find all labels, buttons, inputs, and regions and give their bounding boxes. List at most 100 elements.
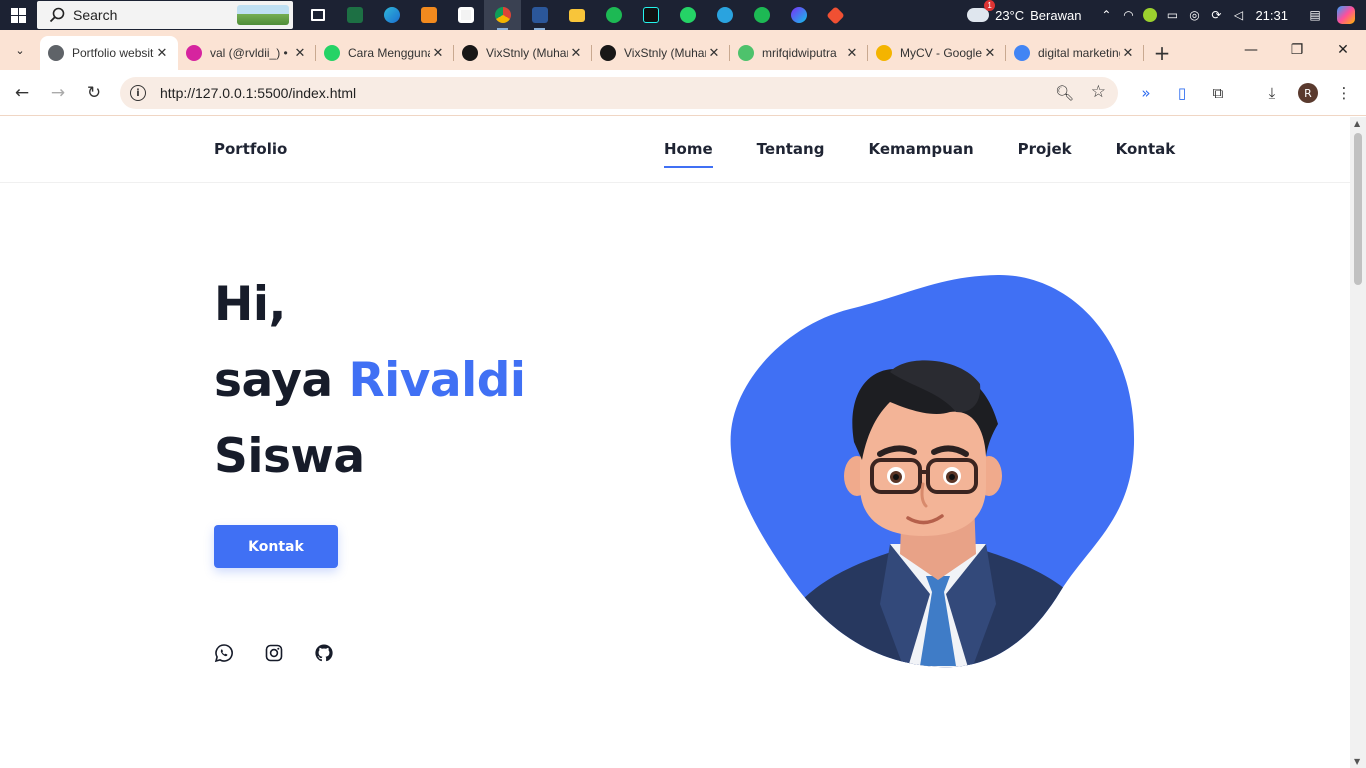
task-view-icon[interactable] xyxy=(299,0,336,30)
scrollbar-thumb[interactable] xyxy=(1354,133,1362,285)
taskbar-clock[interactable]: 21:31 xyxy=(1255,8,1288,23)
windows-logo-icon xyxy=(10,7,26,23)
nav-link-projek[interactable]: Projek xyxy=(1018,140,1072,158)
excel-icon[interactable] xyxy=(336,0,373,30)
social-links xyxy=(214,643,334,663)
browser-tab[interactable]: Portfolio website ✕ xyxy=(40,36,178,70)
page-scrollbar[interactable]: ▲ ▼ xyxy=(1350,117,1366,768)
drive-icon xyxy=(876,45,892,61)
address-bar[interactable]: i http://127.0.0.1:5500/index.html 🔍︎ ☆ xyxy=(120,77,1118,109)
reload-button[interactable]: ↻ xyxy=(76,75,112,111)
scroll-down-arrow-icon[interactable]: ▼ xyxy=(1354,757,1360,766)
instagram-icon[interactable] xyxy=(264,643,284,663)
file-explorer-icon[interactable] xyxy=(558,0,595,30)
site-brand[interactable]: Portfolio xyxy=(214,140,287,158)
download-icon[interactable]: ⤓ xyxy=(1254,77,1290,109)
extension-clipboard-icon[interactable]: ▯ xyxy=(1164,77,1200,109)
spotify-icon[interactable] xyxy=(595,0,632,30)
restore-button[interactable]: ❐ xyxy=(1274,30,1320,70)
minimize-button[interactable]: — xyxy=(1228,30,1274,70)
tab-title: digital marketing xyxy=(1038,46,1120,60)
taskbar-search-label: Search xyxy=(73,7,118,23)
nav-link-kontak[interactable]: Kontak xyxy=(1116,140,1176,158)
browser-tab[interactable]: mrifqidwiputra ✕ xyxy=(730,36,868,70)
microsoft-store-icon[interactable] xyxy=(447,0,484,30)
app-tray-icon[interactable] xyxy=(1139,0,1161,30)
close-tab-icon[interactable]: ✕ xyxy=(154,45,170,61)
git-icon[interactable] xyxy=(817,0,854,30)
extension-wave-icon[interactable]: » xyxy=(1128,77,1164,109)
copilot-icon[interactable] xyxy=(1326,0,1366,30)
forward-button[interactable]: → xyxy=(40,75,76,111)
sync-icon[interactable]: ⟳ xyxy=(1205,0,1227,30)
asterisk-icon xyxy=(738,45,754,61)
close-tab-icon[interactable]: ✕ xyxy=(1120,45,1136,61)
tab-search-chevron-icon[interactable]: ⌄ xyxy=(0,30,40,70)
wifi-icon[interactable]: ◠ xyxy=(1117,0,1139,30)
site-info-icon[interactable]: i xyxy=(130,85,146,101)
word-icon[interactable] xyxy=(521,0,558,30)
weather-widget[interactable]: 1 23°C Berawan xyxy=(965,0,1082,23)
browser-tab[interactable]: MyCV - Google Drive✕ xyxy=(868,36,1006,70)
canva-icon[interactable] xyxy=(780,0,817,30)
hero-heading: Hi, saya Rivaldi Siswa xyxy=(214,267,526,495)
profile-avatar[interactable]: R xyxy=(1298,83,1318,103)
chevron-up-icon[interactable]: ⌃ xyxy=(1095,0,1117,30)
tab-separator xyxy=(1143,45,1144,61)
tiktok-icon[interactable] xyxy=(632,0,669,30)
bookmark-star-icon[interactable]: ☆ xyxy=(1091,82,1106,102)
browser-tab[interactable]: val (@rvldii_) • Instagram✕ xyxy=(178,36,316,70)
notification-badge: 1 xyxy=(984,0,996,11)
speaker-icon[interactable]: ◁ xyxy=(1227,0,1249,30)
nav-link-home[interactable]: Home xyxy=(664,140,713,168)
extensions-puzzle-icon[interactable]: ⧉ xyxy=(1200,77,1236,109)
chrome-icon[interactable] xyxy=(484,0,521,30)
camera-icon[interactable]: ◎ xyxy=(1183,0,1205,30)
tab-title: Portfolio website xyxy=(72,46,154,60)
spotify-icon[interactable] xyxy=(743,0,780,30)
google-icon xyxy=(1014,45,1030,61)
tab-title: val (@rvldii_) • Instagram xyxy=(210,46,292,60)
search-highlight-image xyxy=(237,5,289,25)
close-tab-icon[interactable]: ✕ xyxy=(982,45,998,61)
close-tab-icon[interactable]: ✕ xyxy=(844,45,860,61)
close-window-button[interactable]: ✕ xyxy=(1320,30,1366,70)
new-tab-button[interactable]: + xyxy=(1144,36,1180,70)
whatsapp-icon xyxy=(324,45,340,61)
start-button[interactable] xyxy=(0,0,36,30)
windows-taskbar: Search 1 23°C Berawan ⌃ ◠ ▭ ◎ ⟳ ◁ 21:31 … xyxy=(0,0,1366,30)
contact-button[interactable]: Kontak xyxy=(214,525,338,568)
web-page: Portfolio Home Tentang Kemampuan Projek … xyxy=(0,117,1350,768)
whatsapp-icon[interactable] xyxy=(214,643,234,663)
hero-text: Hi, saya Rivaldi Siswa xyxy=(214,267,526,495)
nav-link-kemampuan[interactable]: Kemampuan xyxy=(868,140,973,158)
taskbar-search-box[interactable]: Search xyxy=(37,1,293,29)
chrome-menu-icon[interactable]: ⋮ xyxy=(1326,77,1362,109)
tab-title: Cara Menggunakan xyxy=(348,46,430,60)
zoom-icon[interactable]: 🔍︎ xyxy=(1055,84,1074,102)
browser-tab[interactable]: Cara Menggunakan✕ xyxy=(316,36,454,70)
notification-icon[interactable]: ▤ xyxy=(1304,0,1326,30)
close-tab-icon[interactable]: ✕ xyxy=(706,45,722,61)
whatsapp-icon[interactable] xyxy=(669,0,706,30)
scroll-up-arrow-icon[interactable]: ▲ xyxy=(1354,119,1360,128)
back-button[interactable]: ← xyxy=(4,75,40,111)
url-text[interactable]: http://127.0.0.1:5500/index.html xyxy=(160,85,356,101)
weather-desc: Berawan xyxy=(1030,7,1082,23)
cloud-icon: 1 xyxy=(965,0,996,22)
browser-tab[interactable]: VixStnly (Muhammad)✕ xyxy=(592,36,730,70)
close-tab-icon[interactable]: ✕ xyxy=(568,45,584,61)
browser-tab[interactable]: digital marketing ✕ xyxy=(1006,36,1144,70)
nav-link-tentang[interactable]: Tentang xyxy=(757,140,825,158)
hero-line-1: Hi, xyxy=(214,277,286,332)
edge-icon[interactable] xyxy=(373,0,410,30)
tab-title: VixStnly (Muhammad) xyxy=(624,46,706,60)
hero-line-3: Siswa xyxy=(214,429,365,484)
sublime-text-icon[interactable] xyxy=(410,0,447,30)
browser-tab[interactable]: VixStnly (Muhammad)✕ xyxy=(454,36,592,70)
github-icon[interactable] xyxy=(314,643,334,663)
battery-icon[interactable]: ▭ xyxy=(1161,0,1183,30)
telegram-icon[interactable] xyxy=(706,0,743,30)
close-tab-icon[interactable]: ✕ xyxy=(292,45,308,61)
close-tab-icon[interactable]: ✕ xyxy=(430,45,446,61)
